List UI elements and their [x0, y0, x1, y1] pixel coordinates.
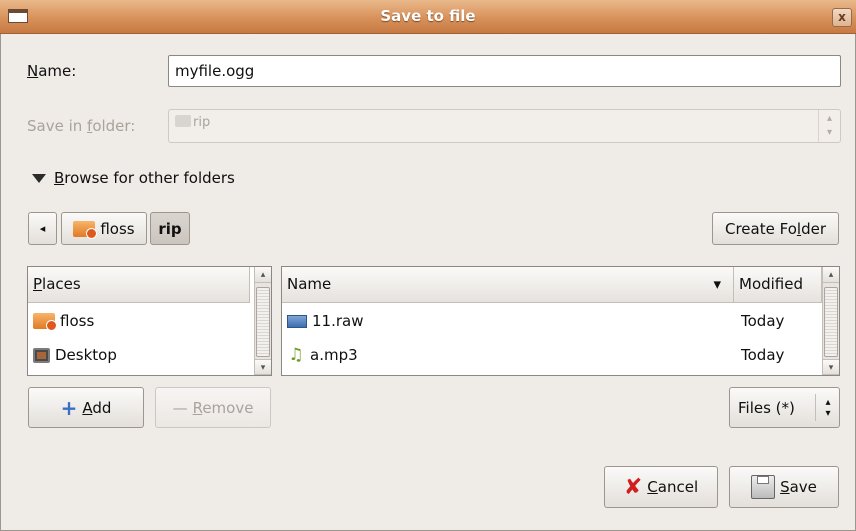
browse-folders-expander[interactable]: Browse for other folders	[32, 169, 235, 187]
scroll-up-icon[interactable]: ▴	[255, 267, 271, 283]
close-button[interactable]: x	[832, 8, 852, 27]
desktop-icon	[33, 347, 50, 363]
expander-label: Browse for other folders	[54, 169, 235, 187]
cancel-button[interactable]: ✘ Cancel	[604, 466, 718, 508]
image-file-icon	[287, 314, 307, 328]
save-in-folder-combo: rip ▴ ▾	[168, 109, 841, 143]
home-folder-icon	[73, 220, 98, 239]
add-button[interactable]: + Add	[28, 387, 144, 428]
scroll-thumb[interactable]	[256, 287, 270, 357]
scroll-up-icon[interactable]: ▴	[823, 267, 839, 283]
file-filter-combo[interactable]: Files (*) ▴▾	[729, 387, 840, 428]
window-title: Save to file	[380, 7, 476, 25]
files-scrollbar[interactable]: ▴ ▾	[822, 267, 839, 375]
name-input[interactable]	[168, 55, 841, 87]
files-panel[interactable]: Name ▾ Modified 11.raw Today ♫ a.mp3 Tod…	[281, 266, 840, 376]
file-row[interactable]: ♫ a.mp3 Today	[282, 339, 822, 371]
save-in-folder-label: Save in folder:	[27, 117, 136, 135]
remove-button: — Remove	[155, 387, 271, 428]
title-bar: Save to file x	[0, 0, 856, 34]
places-column-header[interactable]: Places	[28, 267, 250, 303]
create-folder-button[interactable]: Create Folder	[712, 212, 839, 245]
modified-column-header[interactable]: Modified	[734, 267, 822, 303]
scroll-thumb[interactable]	[824, 287, 838, 357]
places-item-desktop[interactable]: Desktop	[28, 339, 254, 371]
scroll-down-icon[interactable]: ▾	[255, 359, 271, 375]
path-crumb-rip[interactable]: rip	[150, 212, 190, 245]
folder-icon	[175, 115, 191, 127]
add-icon: +	[60, 395, 78, 420]
sort-descending-icon: ▾	[713, 275, 721, 293]
floppy-disk-icon	[751, 475, 776, 499]
file-row[interactable]: 11.raw Today	[282, 305, 822, 337]
home-folder-icon	[33, 313, 57, 331]
name-label: Name:	[27, 62, 77, 80]
scroll-down-icon[interactable]: ▾	[823, 359, 839, 375]
combo-arrows-icon: ▴▾	[818, 110, 840, 142]
save-button[interactable]: Save	[729, 466, 839, 508]
path-back-button[interactable]: ◂	[28, 212, 57, 245]
expander-triangle-icon	[32, 173, 46, 183]
combo-arrows-icon: ▴▾	[815, 394, 839, 421]
places-panel[interactable]: Places floss Desktop ▴ ▾	[27, 266, 272, 376]
path-crumb-floss[interactable]: floss	[61, 212, 147, 245]
cancel-icon: ✘	[623, 474, 643, 500]
name-column-header[interactable]: Name ▾	[282, 267, 734, 303]
places-scrollbar[interactable]: ▴ ▾	[254, 267, 271, 375]
places-item-floss[interactable]: floss	[28, 305, 254, 337]
remove-icon: —	[172, 398, 188, 417]
audio-file-icon: ♫	[288, 345, 304, 365]
